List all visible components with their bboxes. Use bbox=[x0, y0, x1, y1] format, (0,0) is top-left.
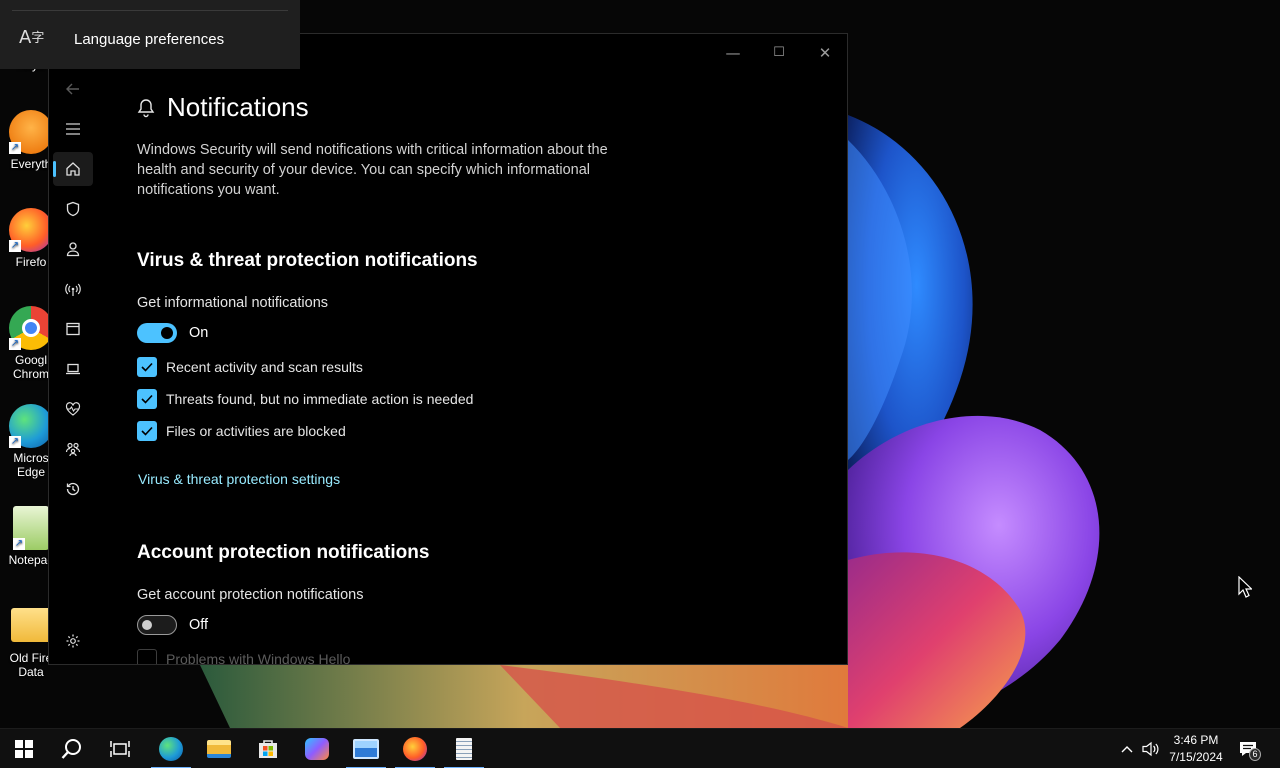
informational-notifications-label: Get informational notifications bbox=[137, 295, 329, 311]
notepad-plus-icon bbox=[456, 738, 472, 760]
edge-icon bbox=[159, 737, 183, 761]
health-icon bbox=[65, 402, 81, 416]
clock-date: 7/15/2024 bbox=[1169, 750, 1223, 764]
virus-section-title: Virus & threat protection notifications bbox=[137, 250, 478, 271]
language-flyout: A字 Language preferences bbox=[0, 0, 300, 69]
taskbar-edge[interactable] bbox=[147, 729, 195, 768]
windows-security-window: — ☐ ✕ Notifications Windows Security wil… bbox=[48, 33, 848, 665]
taskbar: 3:46 PM 7/15/2024 6 bbox=[0, 728, 1280, 768]
chevron-up-icon bbox=[1121, 746, 1133, 753]
device-security-icon bbox=[66, 363, 80, 375]
nav-firewall-network[interactable] bbox=[53, 272, 93, 306]
informational-notifications-toggle[interactable] bbox=[137, 323, 177, 343]
toggle-state-label: On bbox=[189, 325, 209, 341]
navigation-rail bbox=[49, 70, 97, 664]
clock-time: 3:46 PM bbox=[1173, 733, 1219, 747]
language-icon: A字 bbox=[19, 27, 45, 48]
nav-device-security[interactable] bbox=[53, 352, 93, 386]
menu-button[interactable] bbox=[53, 112, 93, 146]
firefox-icon bbox=[403, 737, 427, 761]
family-icon bbox=[65, 442, 81, 457]
photos-icon bbox=[353, 739, 379, 759]
taskbar-firefox[interactable] bbox=[391, 729, 439, 768]
checkmark-icon bbox=[141, 362, 153, 372]
taskbar-store[interactable] bbox=[244, 729, 292, 768]
settings-icon bbox=[66, 634, 80, 648]
checkmark-icon bbox=[141, 394, 153, 404]
taskbar-photos[interactable] bbox=[342, 729, 390, 768]
flyout-divider bbox=[12, 10, 288, 11]
nav-settings[interactable] bbox=[53, 624, 93, 658]
bell-icon bbox=[137, 99, 155, 118]
volume-button[interactable] bbox=[1139, 729, 1163, 768]
taskbar-copilot[interactable] bbox=[293, 729, 341, 768]
taskbar-file-explorer[interactable] bbox=[195, 729, 243, 768]
nav-home[interactable] bbox=[53, 152, 93, 186]
copilot-icon bbox=[305, 738, 329, 760]
page-description: Windows Security will send notifications… bbox=[137, 142, 608, 198]
taskbar-notepad-plus[interactable] bbox=[440, 729, 488, 768]
shield-icon bbox=[66, 201, 80, 217]
language-preferences-link[interactable]: Language preferences bbox=[74, 31, 224, 48]
minimize-button[interactable]: — bbox=[710, 38, 756, 68]
virus-protection-settings-link[interactable]: Virus & threat protection settings bbox=[138, 471, 340, 487]
toggle-state-label: Off bbox=[189, 617, 209, 633]
close-button[interactable]: ✕ bbox=[802, 38, 847, 68]
checkbox-label: Threats found, but no immediate action i… bbox=[166, 391, 474, 407]
account-notifications-toggle[interactable] bbox=[137, 615, 177, 635]
folder-icon bbox=[11, 608, 51, 642]
checkbox-files-blocked[interactable] bbox=[137, 421, 157, 441]
edge-icon: ↗ bbox=[9, 404, 53, 448]
everything-search-icon: ↗ bbox=[9, 110, 53, 154]
task-view-icon bbox=[110, 741, 130, 757]
account-icon bbox=[66, 242, 80, 257]
nav-family-options[interactable] bbox=[53, 432, 93, 466]
chrome-icon: ↗ bbox=[9, 306, 53, 350]
checkbox-windows-hello[interactable] bbox=[137, 649, 157, 664]
maximize-button[interactable]: ☐ bbox=[756, 38, 802, 68]
nav-account-protection[interactable] bbox=[53, 232, 93, 266]
checkmark-icon bbox=[141, 426, 153, 436]
checkbox-threats-found[interactable] bbox=[137, 389, 157, 409]
back-icon bbox=[66, 83, 79, 95]
account-notifications-label: Get account protection notifications bbox=[137, 587, 364, 603]
store-icon bbox=[259, 740, 277, 758]
toggle-knob bbox=[161, 327, 173, 339]
show-hidden-icons-button[interactable] bbox=[1115, 729, 1139, 768]
back-button[interactable] bbox=[53, 72, 93, 106]
checkbox-label: Recent activity and scan results bbox=[166, 359, 363, 375]
mouse-cursor-icon bbox=[1238, 576, 1252, 598]
task-view-button[interactable] bbox=[96, 729, 144, 768]
home-icon bbox=[66, 162, 80, 176]
network-icon bbox=[65, 283, 81, 296]
notification-center-button[interactable] bbox=[1232, 729, 1264, 768]
notification-count-badge: 6 bbox=[1249, 748, 1261, 761]
account-section-title: Account protection notifications bbox=[137, 542, 430, 563]
notepad-plus-icon: ↗ bbox=[13, 506, 49, 550]
nav-device-performance[interactable] bbox=[53, 392, 93, 426]
search-button[interactable] bbox=[48, 729, 96, 768]
nav-virus-protection[interactable] bbox=[53, 192, 93, 226]
toggle-knob bbox=[142, 620, 152, 630]
start-icon bbox=[15, 740, 33, 758]
firefox-icon: ↗ bbox=[9, 208, 53, 252]
clock[interactable]: 3:46 PM 7/15/2024 bbox=[1164, 732, 1228, 766]
nav-protection-history[interactable] bbox=[53, 472, 93, 506]
start-button[interactable] bbox=[0, 729, 48, 768]
checkbox-label: Problems with Windows Hello bbox=[166, 651, 351, 665]
search-icon bbox=[61, 739, 81, 759]
menu-icon bbox=[66, 123, 80, 135]
history-icon bbox=[66, 482, 80, 496]
checkbox-label: Files or activities are blocked bbox=[166, 423, 346, 439]
volume-icon bbox=[1142, 741, 1159, 757]
file-explorer-icon bbox=[207, 740, 231, 758]
nav-app-browser-control[interactable] bbox=[53, 312, 93, 346]
page-title: Notifications bbox=[167, 92, 309, 122]
app-browser-icon bbox=[66, 322, 80, 336]
checkbox-recent-activity[interactable] bbox=[137, 357, 157, 377]
